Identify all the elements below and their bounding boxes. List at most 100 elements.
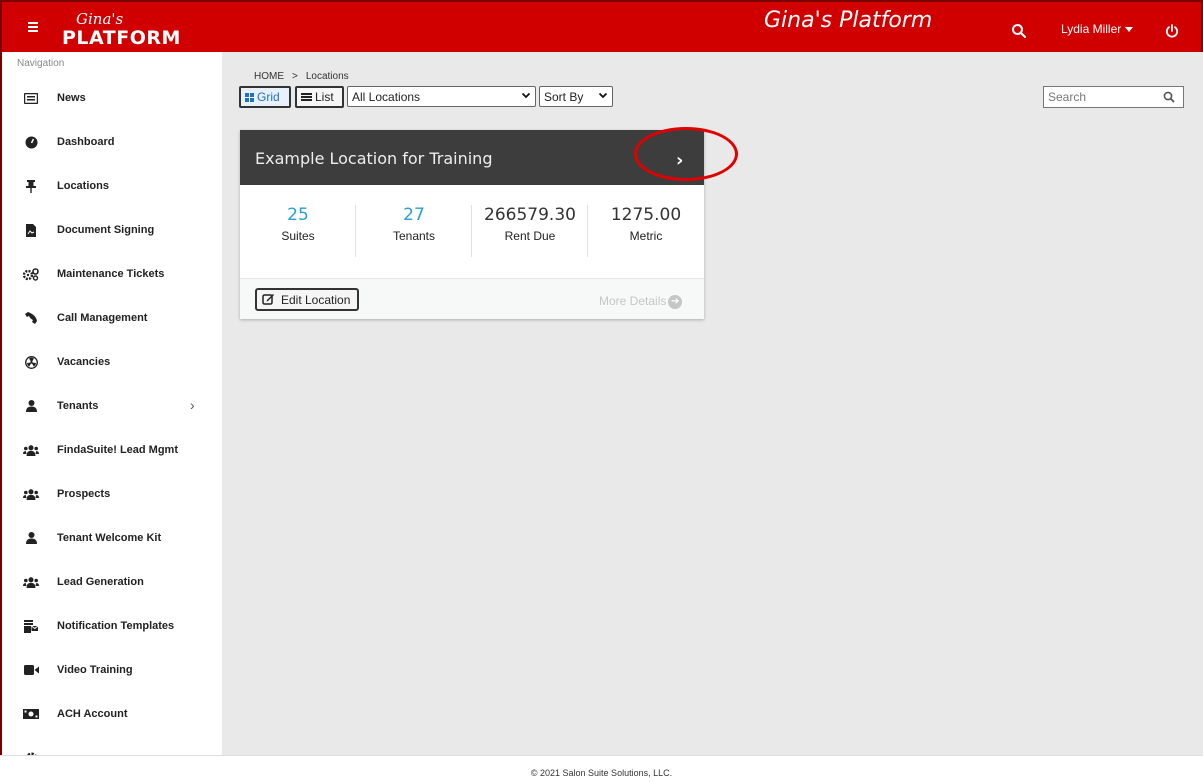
sidebar-item-label: Dashboard bbox=[57, 136, 115, 148]
edit-location-label: Edit Location bbox=[281, 292, 351, 307]
sidebar-item-label: FindaSuite! Lead Mgmt bbox=[57, 444, 178, 456]
sidebar-item-label: Maintenance Tickets bbox=[57, 268, 165, 280]
logo-script-text: Gina's bbox=[76, 10, 124, 28]
sidebar-item-dashboard[interactable]: Dashboard bbox=[2, 120, 222, 164]
users-icon bbox=[22, 560, 40, 604]
stat-tenants[interactable]: 27 Tenants bbox=[356, 205, 472, 257]
user-menu-dropdown[interactable]: Lydia Miller bbox=[1061, 22, 1134, 36]
sidebar-item-label: Video Training bbox=[57, 664, 133, 676]
list-view-label: List bbox=[315, 90, 334, 104]
video-icon bbox=[22, 648, 40, 692]
sidebar-item-label: Locations bbox=[57, 180, 109, 192]
search-icon[interactable] bbox=[1163, 91, 1175, 103]
user-icon bbox=[22, 516, 40, 560]
sidebar-item-findasuite-lead-mgmt[interactable]: FindaSuite! Lead Mgmt bbox=[2, 428, 222, 472]
stat-metric: 1275.00 Metric bbox=[588, 205, 704, 257]
sidebar-item-prospects[interactable]: Prospects bbox=[2, 472, 222, 516]
sort-by-value: Sort By bbox=[544, 89, 584, 104]
navigation-heading: Navigation bbox=[17, 58, 65, 69]
grid-icon bbox=[245, 92, 254, 102]
gears-icon bbox=[22, 252, 40, 296]
chevron-right-icon[interactable]: › bbox=[190, 397, 195, 413]
page-footer: © 2021 Salon Suite Solutions, LLC. bbox=[0, 755, 1203, 782]
radioactive-icon bbox=[22, 340, 40, 384]
search-input[interactable]: Search bbox=[1043, 86, 1184, 108]
sidebar-item-label: Lead Generation bbox=[57, 576, 144, 588]
stat-suites-label: Suites bbox=[281, 229, 315, 243]
users-icon bbox=[22, 472, 40, 516]
gear-icon bbox=[22, 736, 40, 755]
sidebar-item-news[interactable]: News bbox=[2, 76, 222, 120]
money-bill-icon bbox=[22, 692, 40, 736]
copyright-text: © 2021 Salon Suite Solutions, LLC. bbox=[530, 768, 673, 778]
sidebar-item-label: Document Signing bbox=[57, 224, 155, 236]
location-filter-select[interactable]: All Locations bbox=[347, 86, 536, 107]
top-header: Gina's PLATFORM Gina's Platform Lydia Mi… bbox=[0, 0, 1203, 52]
logo-main-text: PLATFORM bbox=[62, 27, 181, 49]
gauge-icon bbox=[22, 120, 40, 164]
sidebar-item-call-management[interactable]: Call Management bbox=[2, 296, 222, 340]
sidebar-item-label: ACH Account bbox=[57, 708, 128, 720]
pushpin-icon bbox=[22, 164, 40, 208]
breadcrumb: HOME > Locations bbox=[254, 71, 349, 82]
sidebar-item-label: News bbox=[57, 92, 86, 104]
document-icon bbox=[22, 208, 40, 252]
newspaper-icon bbox=[22, 76, 40, 120]
sidebar-item-partial[interactable] bbox=[2, 736, 222, 755]
sidebar-item-label: Prospects bbox=[57, 488, 111, 500]
stat-suites[interactable]: 25 Suites bbox=[240, 205, 356, 257]
sidebar-item-ach-account[interactable]: ACH Account bbox=[2, 692, 222, 736]
sidebar-item-label: Tenants bbox=[57, 400, 99, 412]
grid-view-button[interactable]: Grid bbox=[239, 86, 291, 108]
stat-tenants-label: Tenants bbox=[392, 229, 436, 243]
sidebar-item-label: Tenant Welcome Kit bbox=[57, 532, 162, 544]
sidebar-item-notification-templates[interactable]: Notification Templates bbox=[2, 604, 222, 648]
stat-rent-due-label: Rent Due bbox=[504, 229, 556, 243]
sidebar-item-maintenance-tickets[interactable]: Maintenance Tickets bbox=[2, 252, 222, 296]
sidebar-item-label: Vacancies bbox=[57, 356, 111, 368]
annotation-circle bbox=[634, 127, 738, 181]
stat-metric-value: 1275.00 bbox=[610, 205, 682, 225]
sidebar-item-lead-generation[interactable]: Lead Generation bbox=[2, 560, 222, 604]
edit-icon bbox=[262, 294, 274, 305]
sidebar-item-video-training[interactable]: Video Training bbox=[2, 648, 222, 692]
platform-logo[interactable]: Gina's PLATFORM bbox=[62, 10, 180, 50]
sidebar-item-document-signing[interactable]: Document Signing bbox=[2, 208, 222, 252]
sidebar-item-label: Call Management bbox=[57, 312, 148, 324]
sidebar-item-locations[interactable]: Locations bbox=[2, 164, 222, 208]
sidebar-navigation: Navigation News Dashboard Locations Docu… bbox=[0, 52, 222, 755]
arrow-circle-right-icon: ➔ bbox=[668, 294, 683, 309]
edit-location-button[interactable]: Edit Location bbox=[255, 288, 359, 311]
location-title[interactable]: Example Location for Training bbox=[255, 149, 492, 168]
app-title: Gina's Platform bbox=[764, 8, 933, 33]
stat-rent-due: 266579.30 Rent Due bbox=[472, 205, 588, 257]
stat-suites-value: 25 bbox=[287, 205, 309, 225]
breadcrumb-separator: > bbox=[292, 71, 298, 82]
location-card-footer: Edit Location More Details ➔ bbox=[240, 278, 704, 319]
caret-down-icon bbox=[1125, 27, 1134, 33]
hamburger-menu-icon[interactable] bbox=[28, 20, 42, 34]
search-icon[interactable] bbox=[1011, 23, 1027, 39]
stat-metric-label: Metric bbox=[629, 229, 663, 243]
chevron-down-icon bbox=[598, 90, 608, 103]
more-details-link[interactable]: More Details ➔ bbox=[599, 294, 683, 309]
mail-bulk-icon bbox=[22, 604, 40, 648]
chevron-down-icon bbox=[521, 90, 531, 103]
location-filter-value: All Locations bbox=[352, 89, 421, 104]
sidebar-item-vacancies[interactable]: Vacancies bbox=[2, 340, 222, 384]
stat-tenants-value: 27 bbox=[403, 205, 425, 225]
list-view-button[interactable]: List bbox=[295, 86, 344, 108]
phone-icon bbox=[22, 296, 40, 340]
power-logout-icon[interactable] bbox=[1164, 23, 1180, 39]
user-name: Lydia Miller bbox=[1061, 22, 1122, 36]
sidebar-item-tenant-welcome-kit[interactable]: Tenant Welcome Kit bbox=[2, 516, 222, 560]
breadcrumb-current: Locations bbox=[305, 71, 349, 82]
grid-view-label: Grid bbox=[257, 90, 280, 104]
list-icon bbox=[301, 92, 312, 102]
more-details-label: More Details bbox=[599, 294, 667, 308]
user-icon bbox=[22, 384, 40, 428]
search-placeholder: Search bbox=[1048, 90, 1087, 104]
sort-by-select[interactable]: Sort By bbox=[539, 86, 613, 107]
sidebar-item-tenants[interactable]: Tenants › bbox=[2, 384, 222, 428]
breadcrumb-home[interactable]: HOME bbox=[254, 71, 284, 82]
